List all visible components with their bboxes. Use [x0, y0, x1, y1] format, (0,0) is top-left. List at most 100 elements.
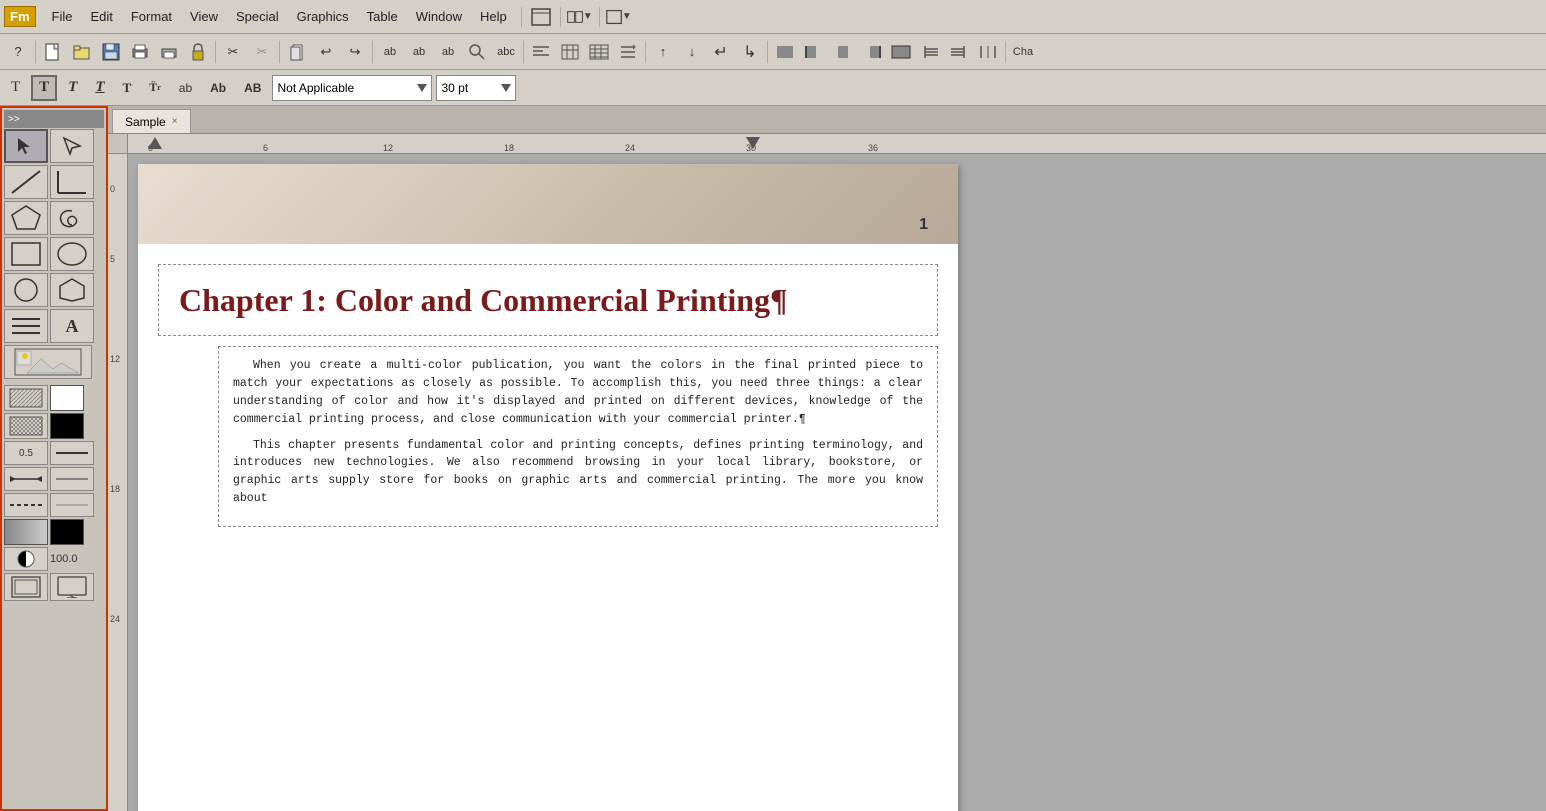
paste-btn[interactable]	[283, 39, 311, 65]
format-btn[interactable]: ab	[405, 39, 433, 65]
spell-btn[interactable]: ab	[376, 39, 404, 65]
spellcheck-btn[interactable]: abc	[492, 39, 520, 65]
view-monitor-btn[interactable]	[50, 573, 94, 601]
char-catalog-btn[interactable]: Cha	[1009, 39, 1037, 65]
angle-tool[interactable]	[50, 165, 94, 199]
tab-close-btn[interactable]: ×	[172, 116, 178, 127]
menu-help[interactable]: Help	[472, 6, 515, 27]
format-t-normal[interactable]: T	[4, 75, 27, 101]
menu-edit[interactable]: Edit	[82, 6, 120, 27]
tb-sep-4	[372, 41, 373, 63]
view-single-icon[interactable]: ▼	[606, 5, 632, 29]
view-mode-icon[interactable]: ▼	[567, 5, 593, 29]
arrow-tool[interactable]	[50, 129, 94, 163]
paragraph-style-dropdown[interactable]: Not Applicable	[272, 75, 432, 101]
line-tool[interactable]	[4, 165, 48, 199]
view-frame-btn[interactable]	[4, 573, 48, 601]
tool-row-4	[4, 237, 104, 271]
stroke-dash-btn[interactable]	[4, 493, 48, 517]
para-out-btn[interactable]: ↳	[736, 39, 764, 65]
circle-tool[interactable]	[4, 273, 48, 307]
rect-tool[interactable]	[4, 237, 48, 271]
lines-tool[interactable]	[4, 309, 48, 343]
align-right-btn[interactable]	[858, 39, 886, 65]
table-btn[interactable]	[556, 39, 584, 65]
ruler-corner	[108, 134, 128, 154]
color-gray-swatch[interactable]	[4, 519, 48, 545]
tb-sep-5	[523, 41, 524, 63]
hex-tool[interactable]	[50, 273, 94, 307]
stroke-line2-btn[interactable]	[50, 467, 94, 491]
columns-btn[interactable]	[974, 39, 1002, 65]
format-ab[interactable]: ab	[172, 75, 199, 101]
tab-sample[interactable]: Sample ×	[112, 109, 191, 133]
save-btn[interactable]	[97, 39, 125, 65]
open-btn[interactable]	[68, 39, 96, 65]
stroke-weight-btn[interactable]: 0.5	[4, 441, 48, 465]
menu-window[interactable]: Window	[408, 6, 470, 27]
format-ab3[interactable]: AB	[237, 75, 268, 101]
paragraph-style-value: Not Applicable	[277, 81, 415, 95]
grid-btn[interactable]	[585, 39, 613, 65]
ref-btn[interactable]: ab	[434, 39, 462, 65]
select-tool[interactable]	[4, 129, 48, 163]
help-btn[interactable]: ?	[4, 39, 32, 65]
align-center-btn[interactable]	[829, 39, 857, 65]
menu-view[interactable]: View	[182, 6, 226, 27]
text-tool[interactable]: A	[50, 309, 94, 343]
format-t-sp1[interactable]: T̈	[116, 75, 139, 101]
para-down-btn[interactable]: ↓	[678, 39, 706, 65]
fill-white-swatch[interactable]	[50, 385, 84, 411]
menu-special[interactable]: Special	[228, 6, 287, 27]
cut2-btn[interactable]: ✂	[248, 39, 276, 65]
align-full-btn[interactable]	[887, 39, 915, 65]
format-t-italic[interactable]: T	[61, 75, 84, 101]
stroke-arrows-btn[interactable]	[4, 467, 48, 491]
align-full-left-btn[interactable]	[771, 39, 799, 65]
fill-pattern-btn[interactable]	[4, 413, 48, 439]
ellipse-tool[interactable]	[50, 237, 94, 271]
window-layout-icon[interactable]	[528, 5, 554, 29]
opacity-circle-btn[interactable]	[4, 547, 48, 571]
format-t-sp2[interactable]: T̈r	[142, 75, 168, 101]
menu-file[interactable]: File	[44, 6, 81, 27]
color-black-swatch[interactable]	[50, 519, 84, 545]
fm-logo[interactable]: Fm	[4, 6, 36, 27]
toolbar2: T T T T T̈ T̈r ab Ab AB Not Applicable 3…	[0, 70, 1546, 106]
para-in-btn[interactable]: ↵	[707, 39, 735, 65]
indent-right-btn[interactable]	[945, 39, 973, 65]
print2-btn[interactable]	[155, 39, 183, 65]
lasso-tool[interactable]	[50, 201, 94, 235]
lock-btn[interactable]	[184, 39, 212, 65]
cut-btn[interactable]: ✂	[219, 39, 247, 65]
toolbox-header[interactable]: >>	[4, 110, 104, 128]
indent-left-btn[interactable]	[916, 39, 944, 65]
body-text: When you create a multi-color publicatio…	[233, 357, 923, 508]
redo-btn[interactable]: ↪	[341, 39, 369, 65]
stroke-line-btn[interactable]	[50, 441, 94, 465]
page-canvas[interactable]: 1 Chapter 1: Color and Commercial Printi…	[128, 154, 1546, 811]
ruler-v-12: 12	[110, 354, 120, 364]
align-left2-btn[interactable]	[800, 39, 828, 65]
align-left-btn[interactable]	[527, 39, 555, 65]
tool-row-3	[4, 201, 104, 235]
menu-graphics[interactable]: Graphics	[289, 6, 357, 27]
format-t-italic-under[interactable]: T	[88, 75, 111, 101]
image-tool[interactable]	[4, 345, 92, 379]
format-ab2[interactable]: Ab	[203, 75, 233, 101]
undo-btn[interactable]: ↩	[312, 39, 340, 65]
para-up-btn[interactable]: ↑	[649, 39, 677, 65]
print-btn[interactable]	[126, 39, 154, 65]
fill-black-swatch[interactable]	[50, 413, 84, 439]
menu-format[interactable]: Format	[123, 6, 180, 27]
tb-sep-7	[767, 41, 768, 63]
menu-table[interactable]: Table	[359, 6, 406, 27]
search-btn[interactable]	[463, 39, 491, 65]
stroke-thin-btn[interactable]	[50, 493, 94, 517]
fill-hatch-btn[interactable]	[4, 385, 48, 411]
sort-btn[interactable]	[614, 39, 642, 65]
polygon-tool[interactable]	[4, 201, 48, 235]
format-t-bold[interactable]: T	[31, 75, 57, 101]
font-size-dropdown[interactable]: 30 pt	[436, 75, 516, 101]
new-doc-btn[interactable]	[39, 39, 67, 65]
